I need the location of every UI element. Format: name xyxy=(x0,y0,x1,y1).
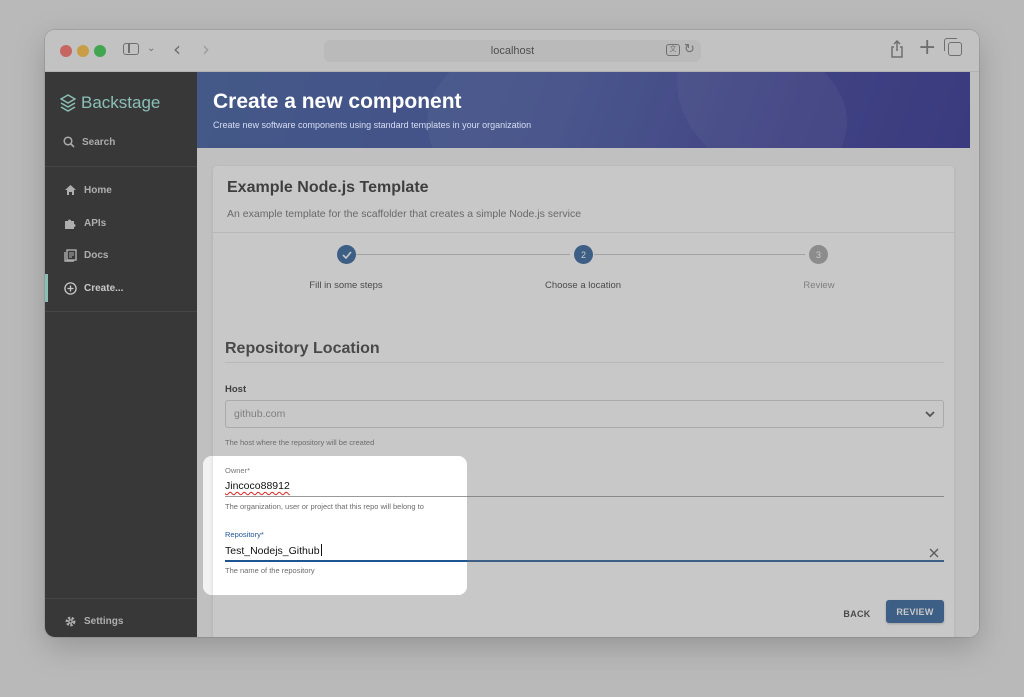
reload-icon[interactable]: ↻ xyxy=(684,42,695,57)
sidebar-divider xyxy=(45,166,197,167)
step-2-indicator[interactable]: 2 xyxy=(574,245,593,264)
new-tab-icon[interactable]: + xyxy=(918,36,936,60)
template-title: Example Node.js Template xyxy=(227,179,429,196)
sidebar-item-create[interactable]: Create... xyxy=(45,274,197,302)
puzzle-icon xyxy=(63,216,77,230)
step-1-check-icon[interactable] xyxy=(337,245,356,264)
step-connector xyxy=(356,254,570,255)
sidebar-item-docs[interactable]: Docs xyxy=(45,241,197,269)
repository-helper-text: The name of the repository xyxy=(225,566,315,575)
sidebar-item-label: Create... xyxy=(84,282,124,294)
home-icon xyxy=(63,183,77,197)
docs-icon xyxy=(63,248,77,262)
sidebar-item-home[interactable]: Home xyxy=(45,176,197,204)
clear-icon[interactable] xyxy=(928,547,940,559)
page-subtitle: Create new software components using sta… xyxy=(213,120,532,130)
review-button[interactable]: REVIEW xyxy=(886,600,944,623)
sidebar-divider xyxy=(45,311,197,312)
browser-toolbar: ⌄ ‹ › localhost 文 ↻ + xyxy=(45,30,979,72)
page-header: Create a new component Create new softwa… xyxy=(197,72,970,148)
sidebar-divider xyxy=(45,598,197,599)
back-button[interactable]: BACK xyxy=(837,603,877,625)
backstage-sidebar: Backstage Search Home APIs Docs Create..… xyxy=(45,72,197,637)
owner-input[interactable]: Jincoco88912 xyxy=(225,480,290,492)
zoom-window-button[interactable] xyxy=(94,45,106,57)
sidebar-item-label: Docs xyxy=(84,249,109,261)
close-window-button[interactable] xyxy=(60,45,72,57)
main-content: Create a new component Create new softwa… xyxy=(197,72,979,637)
search-icon xyxy=(63,136,75,148)
address-bar[interactable]: localhost xyxy=(324,40,701,62)
section-title: Repository Location xyxy=(225,340,380,357)
sidebar-item-label: Settings xyxy=(84,615,124,627)
owner-value: Jincoco88912 xyxy=(225,480,290,492)
sidebar-item-settings[interactable]: Settings xyxy=(45,607,197,635)
search-label: Search xyxy=(82,136,116,148)
minimize-window-button[interactable] xyxy=(77,45,89,57)
text-caret xyxy=(320,544,322,556)
step-label[interactable]: Choose a location xyxy=(513,280,653,291)
section-divider xyxy=(225,362,944,363)
page-title: Create a new component xyxy=(213,90,462,113)
url-text: localhost xyxy=(490,45,535,57)
share-icon[interactable] xyxy=(890,40,904,58)
forward-arrow-icon[interactable]: › xyxy=(202,39,210,59)
brand-name: Backstage xyxy=(81,93,161,112)
step-3-indicator[interactable]: 3 xyxy=(809,245,828,264)
step-connector xyxy=(594,254,805,255)
repository-input[interactable]: Test_Nodejs_Github xyxy=(225,544,322,557)
gear-icon xyxy=(63,614,77,628)
repository-value: Test_Nodejs_Github xyxy=(225,545,320,557)
repository-underline xyxy=(225,560,944,562)
template-description: An example template for the scaffolder t… xyxy=(227,208,582,220)
owner-underline xyxy=(225,496,944,497)
sidebar-item-label: APIs xyxy=(84,217,107,229)
add-circle-icon xyxy=(63,281,77,295)
brand-logo[interactable]: Backstage xyxy=(60,92,160,114)
sidebar-item-apis[interactable]: APIs xyxy=(45,209,197,237)
browser-window: ⌄ ‹ › localhost 文 ↻ + Backstage Search H… xyxy=(45,30,979,637)
page-scrollbar[interactable] xyxy=(970,72,979,637)
sidebar-item-label: Home xyxy=(84,184,112,196)
backstage-logo-icon xyxy=(60,94,76,112)
host-helper-text: The host where the repository will be cr… xyxy=(225,438,375,447)
repository-label: Repository* xyxy=(225,530,264,539)
chevron-down-icon xyxy=(925,411,935,418)
template-card: Example Node.js Template An example temp… xyxy=(213,166,954,637)
step-label: Review xyxy=(803,280,835,291)
owner-label: Owner* xyxy=(225,466,251,475)
translate-icon[interactable]: 文 xyxy=(666,44,680,56)
step-number: 3 xyxy=(815,249,821,260)
back-arrow-icon[interactable]: ‹ xyxy=(173,39,181,59)
host-select[interactable]: github.com xyxy=(225,400,944,428)
card-divider xyxy=(213,232,954,233)
chevron-down-icon[interactable]: ⌄ xyxy=(147,43,155,54)
tab-overview-icon[interactable] xyxy=(944,38,962,56)
sidebar-search[interactable]: Search xyxy=(63,136,115,148)
step-number: 2 xyxy=(580,249,586,260)
step-label[interactable]: Fill in some steps xyxy=(276,280,416,291)
owner-helper-text: The organization, user or project that t… xyxy=(225,502,424,511)
host-value: github.com xyxy=(234,408,286,420)
host-label: Host xyxy=(225,384,247,395)
sidebar-toggle-icon[interactable] xyxy=(123,43,139,55)
